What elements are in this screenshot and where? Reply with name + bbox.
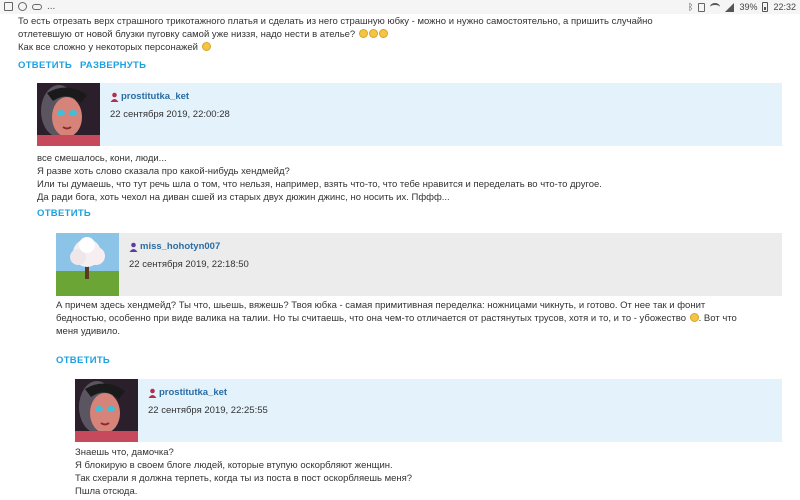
top-comment-line-text: Как все сложно у некоторых персонажей [18, 42, 198, 53]
status-bar: ... ᛒ 39% 22:32 [0, 0, 800, 14]
username-link[interactable]: prostitutka_ket [110, 91, 189, 102]
user-female-icon [110, 92, 119, 102]
avatar[interactable] [56, 233, 119, 296]
battery-icon [762, 2, 769, 12]
avatar-image [56, 233, 119, 296]
laughing-emoji-icon [689, 313, 699, 322]
wifi-icon [710, 3, 721, 11]
gallery-icon [4, 2, 13, 11]
user-female-icon [129, 242, 138, 252]
comment-line: Так схерали я должна терпеть, когда ты и… [75, 473, 413, 484]
comment-line: Или ты думаешь, что тут речь шла о том, … [37, 179, 602, 190]
battery-percent: 39% [739, 2, 758, 12]
comment-date: 22 сентября 2019, 22:00:28 [110, 109, 230, 120]
reply-button[interactable]: ОТВЕТИТЬ [56, 355, 110, 366]
laughing-emoji-icon [378, 29, 388, 38]
signal-icon [725, 2, 735, 12]
laughing-emoji-icon [368, 29, 378, 38]
status-bar-left: ... [4, 1, 56, 12]
comment-line: Знаешь что, дамочка? [75, 447, 174, 458]
laughing-emoji-icon [358, 29, 368, 38]
comment-line: Я разве хоть слово сказала про какой-ниб… [37, 166, 290, 177]
top-comment-line: отлетевшую от новой блузки пуговку самой… [18, 28, 653, 41]
bluetooth-icon: ᛒ [688, 2, 694, 12]
shield-icon [18, 2, 27, 11]
comment-date: 22 сентября 2019, 22:18:50 [129, 259, 249, 270]
avatar-image [37, 83, 100, 146]
avatar[interactable] [37, 83, 100, 146]
comment-line: все смешалось, кони, люди... [37, 153, 167, 164]
key-icon [32, 3, 42, 10]
comment-text: А причем здесь хендмейд? Ты что, шьешь, … [56, 299, 746, 338]
comment-line: Я блокирую в своем блоге людей, которые … [75, 460, 393, 471]
top-comment-line: Как все сложно у некоторых персонажей [18, 41, 653, 54]
comment-text: Знаешь что, дамочка? Я блокирую в своем … [75, 446, 412, 498]
expand-button[interactable]: РАЗВЕРНУТЬ [80, 60, 146, 71]
username: prostitutka_ket [121, 91, 190, 102]
top-comment-line: То есть отрезать верх страшного трикотаж… [18, 16, 653, 27]
username-link[interactable]: prostitutka_ket [148, 387, 227, 398]
username: prostitutka_ket [159, 387, 228, 398]
avatar[interactable] [75, 379, 138, 442]
status-bar-right: ᛒ 39% 22:32 [688, 1, 796, 13]
username: miss_hohotyn007 [140, 241, 221, 252]
reply-button[interactable]: ОТВЕТИТЬ [18, 60, 72, 71]
comment-line: Да ради бога, хоть чехол на диван сшей и… [37, 192, 450, 203]
comment-line: А причем здесь хендмейд? Ты что, шьешь, … [56, 299, 746, 338]
comment-header: miss_hohotyn007 22 сентября 2019, 22:18:… [56, 233, 782, 296]
comment-line-text: А причем здесь хендмейд? Ты что, шьешь, … [56, 300, 706, 324]
vibrate-icon [698, 2, 706, 12]
top-comment-line-text: отлетевшую от новой блузки пуговку самой… [18, 29, 356, 40]
more-notifications: ... [47, 1, 56, 12]
avatar-image [75, 379, 138, 442]
comment-date: 22 сентября 2019, 22:25:55 [148, 405, 268, 416]
top-comment-text: То есть отрезать верх страшного трикотаж… [18, 15, 653, 54]
clock: 22:32 [773, 2, 796, 12]
comment-text: все смешалось, кони, люди... Я разве хот… [37, 152, 602, 204]
laughing-emoji-icon [201, 42, 211, 51]
username-link[interactable]: miss_hohotyn007 [129, 241, 220, 252]
comment-header: prostitutka_ket 22 сентября 2019, 22:25:… [75, 379, 782, 442]
comment-line: Пшла отсюда. [75, 486, 138, 497]
reply-button[interactable]: ОТВЕТИТЬ [37, 208, 91, 219]
user-female-icon [148, 388, 157, 398]
comment-header: prostitutka_ket 22 сентября 2019, 22:00:… [37, 83, 782, 146]
